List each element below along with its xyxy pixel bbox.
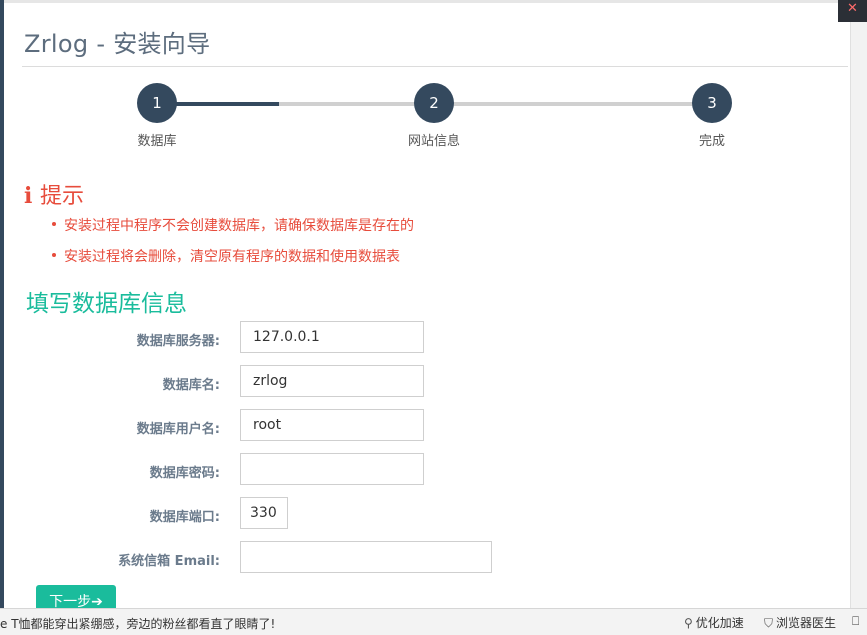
step-2-label: 网站信息 bbox=[407, 134, 460, 149]
step-1-label: 数据库 bbox=[137, 134, 177, 149]
step-3-circle: 3 bbox=[692, 83, 732, 123]
info-icon: i bbox=[24, 183, 33, 209]
db-name-label: 数据库名: bbox=[162, 378, 220, 393]
db-name-input[interactable]: zrlog bbox=[240, 365, 424, 397]
bullet-icon bbox=[52, 222, 56, 226]
tip-text: 安装过程中程序不会创建数据库，请确保数据库是存在的 bbox=[64, 218, 414, 234]
step-1-circle: 1 bbox=[137, 83, 177, 123]
doctor-label: 浏览器医生 bbox=[776, 616, 837, 630]
db-port-label: 数据库端口: bbox=[149, 510, 220, 525]
db-user-label: 数据库用户名: bbox=[136, 422, 220, 437]
browser-status-bar: e T恤都能穿出紧绷感，旁边的粉丝都看直了眼睛了! ⚲ 优化加速 ⛉ 浏览器医生 ⎕ bbox=[0, 608, 867, 635]
db-password-label: 数据库密码: bbox=[149, 466, 220, 481]
optimize-button[interactable]: ⚲ 优化加速 bbox=[684, 614, 744, 631]
tip-text: 安装过程将会删除，清空原有程序的数据和使用数据表 bbox=[64, 249, 400, 265]
tips-heading-text: 提示 bbox=[40, 184, 85, 209]
db-port-input[interactable]: 330 bbox=[240, 497, 288, 529]
page-title: Zrlog - 安装向导 bbox=[24, 30, 211, 58]
browser-doctor-button[interactable]: ⛉ 浏览器医生 bbox=[764, 614, 836, 631]
top-border bbox=[4, 0, 840, 3]
email-label: 系统信箱 Email: bbox=[118, 554, 220, 569]
scrollbar-track[interactable] bbox=[850, 22, 867, 608]
install-wizard-window: ✕ Zrlog - 安装向导 1 2 3 数据库 网站信息 完成 i 提示 安装过… bbox=[0, 0, 867, 635]
rocket-icon: ⚲ bbox=[684, 616, 693, 630]
optimize-label: 优化加速 bbox=[695, 616, 744, 630]
email-input[interactable] bbox=[240, 541, 492, 573]
status-menu-icon[interactable]: ⎕ bbox=[852, 614, 859, 629]
db-user-input[interactable]: root bbox=[240, 409, 424, 441]
close-x-icon[interactable]: ✕ bbox=[838, 0, 867, 22]
db-password-input[interactable] bbox=[240, 453, 424, 485]
step-2-circle: 2 bbox=[414, 83, 454, 123]
tip-item: 安装过程中程序不会创建数据库，请确保数据库是存在的 bbox=[52, 215, 414, 235]
left-border bbox=[0, 0, 4, 635]
db-host-input[interactable]: 127.0.0.1 bbox=[240, 321, 424, 353]
tip-item: 安装过程将会删除，清空原有程序的数据和使用数据表 bbox=[52, 246, 400, 266]
step-3-label: 完成 bbox=[698, 134, 725, 149]
shield-icon: ⛉ bbox=[764, 616, 774, 630]
bullet-icon bbox=[52, 253, 56, 257]
news-ticker[interactable]: e T恤都能穿出紧绷感，旁边的粉丝都看直了眼睛了! bbox=[0, 615, 275, 632]
title-divider bbox=[22, 66, 848, 67]
tips-heading: i 提示 bbox=[24, 178, 84, 210]
db-host-label: 数据库服务器: bbox=[136, 334, 220, 349]
section-title: 填写数据库信息 bbox=[26, 291, 187, 317]
